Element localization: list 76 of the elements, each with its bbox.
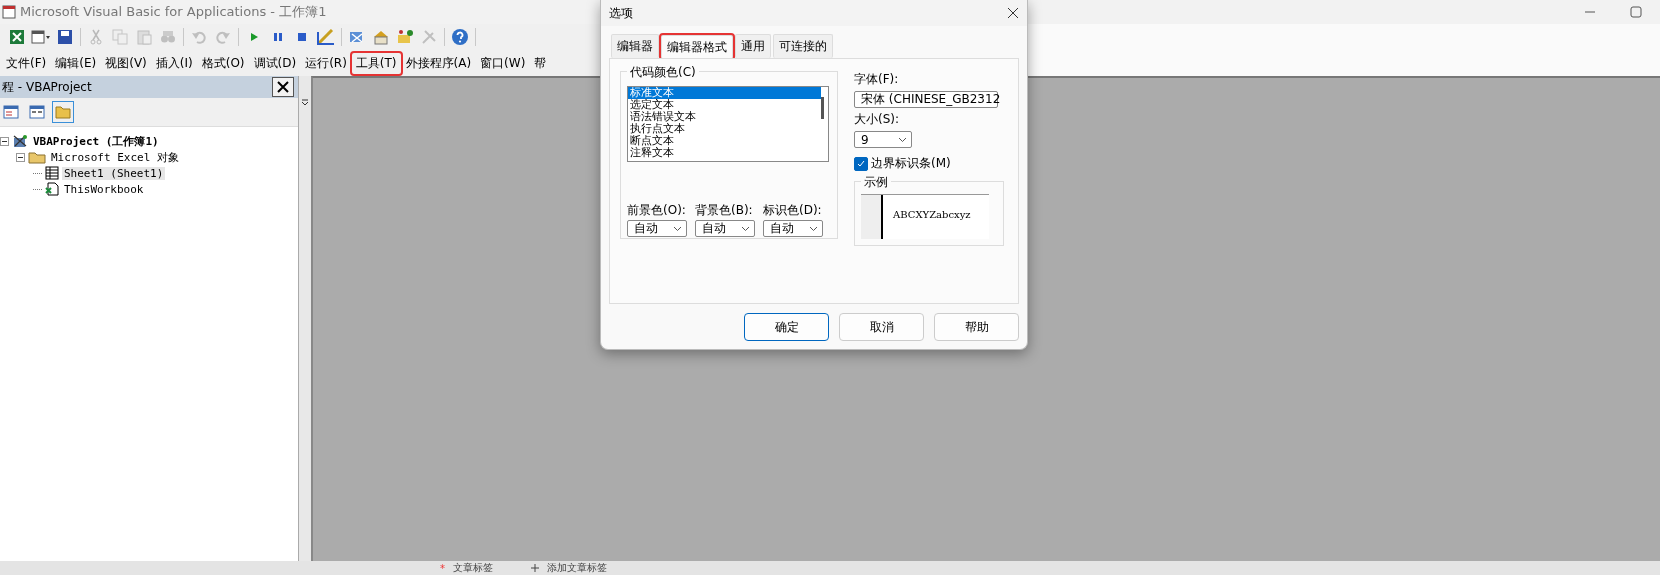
menu-item[interactable]: 编辑(E) — [51, 52, 101, 74]
color-select[interactable]: 自动 — [627, 220, 687, 237]
tab[interactable]: 编辑器 — [611, 34, 659, 58]
help-icon[interactable] — [450, 27, 470, 47]
scroll-thumb[interactable] — [821, 97, 824, 119]
menu-item[interactable]: 格式(O) — [197, 52, 249, 74]
close-button[interactable] — [272, 77, 294, 97]
scroll-arrow-icon[interactable] — [301, 98, 309, 106]
chevron-down-icon — [898, 136, 907, 143]
required-mark: * — [440, 562, 445, 574]
window-title: Microsoft Visual Basic for Applications - 工作簿1 — [20, 3, 327, 21]
tree-item[interactable]: VBAProject (工作簿1) — [31, 133, 161, 149]
margin-bar — [861, 195, 883, 239]
tab[interactable]: 编辑器格式 — [661, 35, 733, 59]
field-label: 大小(S): — [854, 111, 901, 128]
project-icon — [12, 134, 28, 148]
tree-item[interactable]: Sheet1 (Sheet1) — [62, 166, 166, 180]
menu-item[interactable]: 工具(T) — [351, 52, 401, 74]
dialog-button[interactable]: 帮助 — [934, 313, 1019, 341]
collapse-toggle-icon[interactable] — [0, 136, 9, 146]
group-label: 代码颜色(C) — [627, 64, 699, 81]
color-list[interactable]: 标准文本 选定文本 语法错误文本 执行点文本 断点文本 注释文本 — [627, 86, 829, 162]
close-icon[interactable] — [1007, 7, 1019, 19]
checkbox[interactable] — [854, 156, 868, 171]
menu-item[interactable]: 运行(R) — [301, 52, 351, 74]
save-icon[interactable] — [55, 27, 75, 47]
list-item[interactable]: 语法错误文本 — [628, 111, 821, 123]
field-label: 字体(F): — [854, 71, 900, 88]
panel-title: 程 - VBAProject — [2, 78, 92, 96]
list-item[interactable]: 断点文本 — [628, 135, 821, 147]
tab[interactable]: 通用 — [735, 34, 771, 58]
list-item[interactable]: 选定文本 — [628, 99, 821, 111]
chevron-down-icon — [741, 225, 750, 232]
add-tag-link[interactable]: 添加文章标签 — [547, 561, 607, 575]
list-item[interactable]: 标准文本 — [628, 87, 821, 99]
menu-item[interactable]: 插入(I) — [151, 52, 197, 74]
sample-text: ABCXYZabcxyz — [892, 208, 971, 222]
list-item[interactable]: 执行点文本 — [628, 123, 821, 135]
color-select[interactable]: 自动 — [695, 220, 755, 237]
field-label: 前景色(O): — [627, 202, 687, 219]
list-item[interactable]: 注释文本 — [628, 147, 821, 159]
design-icon[interactable] — [316, 27, 336, 47]
folder-toggle-icon[interactable] — [52, 101, 74, 123]
maximize-icon[interactable] — [1630, 6, 1642, 18]
close-icon — [277, 81, 289, 93]
form-icon[interactable] — [31, 27, 51, 47]
field-label: 背景色(B): — [695, 202, 754, 219]
menu-item[interactable]: 外接程序(A) — [401, 52, 476, 74]
folder-icon — [28, 150, 46, 164]
tags-label: 文章标签 — [453, 561, 493, 575]
checkmark-icon — [857, 159, 865, 168]
dialog-button[interactable]: 取消 — [839, 313, 924, 341]
tree-item[interactable]: ThisWorkbook — [62, 182, 146, 196]
excel-icon[interactable] — [7, 27, 27, 47]
menu-item[interactable]: 调试(D) — [249, 52, 301, 74]
app-icon — [2, 4, 16, 20]
dialog-title: 选项 — [609, 4, 633, 22]
plus-icon[interactable] — [531, 564, 539, 572]
collapse-toggle-icon[interactable] — [16, 152, 25, 162]
menu-item[interactable]: 文件(F) — [2, 52, 51, 74]
sheet-icon — [45, 166, 59, 180]
chevron-down-icon — [809, 225, 818, 232]
size-select[interactable]: 9 — [854, 131, 912, 148]
field-label: 标识色(D): — [763, 202, 823, 219]
menu-item[interactable]: 帮 — [530, 52, 551, 74]
color-select[interactable]: 自动 — [763, 220, 823, 237]
tree-item[interactable]: Microsoft Excel 对象 — [49, 149, 181, 165]
group-label: 示例 — [861, 174, 891, 191]
chevron-down-icon — [673, 225, 682, 232]
menu-item[interactable]: 视图(V) — [101, 52, 151, 74]
checkbox-label: 边界标识条(M) — [871, 155, 951, 172]
menu-item[interactable]: 窗口(W) — [476, 52, 530, 74]
font-select[interactable]: 宋体 (CHINESE_GB2312 — [854, 91, 998, 108]
workbook-icon — [45, 182, 59, 196]
dialog-button[interactable]: 确定 — [744, 313, 829, 341]
tab[interactable]: 可连接的 — [773, 34, 833, 58]
